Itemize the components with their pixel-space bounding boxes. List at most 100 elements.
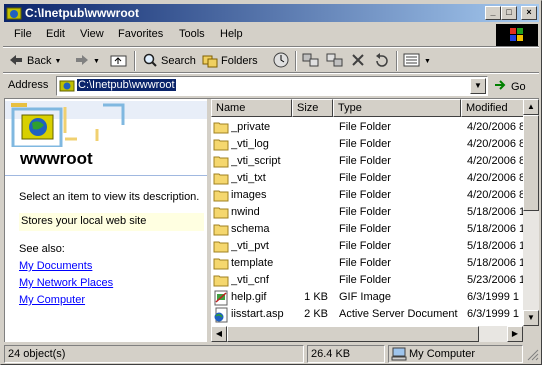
see-also-label: See also: [19, 243, 65, 255]
copy-to-icon [326, 52, 344, 71]
title-underline [5, 175, 207, 176]
file-row[interactable]: images File Folder 4/20/2006 8 [211, 187, 523, 204]
history-icon [272, 51, 290, 72]
file-modified: 5/23/2006 1 [467, 274, 523, 286]
file-type: File Folder [339, 206, 391, 218]
back-dropdown-icon: ▼ [54, 57, 62, 65]
file-modified: 5/18/2006 1 [467, 240, 523, 252]
move-to-button[interactable] [302, 51, 320, 71]
history-button[interactable] [272, 51, 290, 71]
folder-title: wwwroot [20, 149, 93, 168]
file-name: template [231, 257, 274, 269]
select-item-prompt: Select an item to view its description. [19, 191, 200, 203]
folder-window-icon [6, 5, 22, 21]
file-name: _vti_log [231, 138, 269, 150]
delete-button[interactable] [350, 51, 366, 71]
file-type: File Folder [339, 223, 391, 235]
back-button[interactable]: Back ▼ [8, 51, 61, 71]
file-modified: 5/18/2006 1 [467, 223, 523, 235]
views-button[interactable]: ▼ [403, 51, 431, 71]
menu-edit[interactable]: Edit [46, 28, 65, 40]
address-input[interactable]: C:\Inetpub\wwwroot ▼ [56, 76, 488, 96]
undo-button[interactable] [373, 51, 391, 71]
link-my-documents[interactable]: My Documents [19, 260, 92, 272]
address-dropdown-button[interactable]: ▼ [470, 78, 486, 94]
scroll-left-button[interactable]: ◀ [211, 326, 227, 342]
vertical-scrollbar[interactable]: ▲ ▼ [523, 99, 539, 326]
folder-icon [213, 171, 229, 185]
file-row[interactable]: _vti_log File Folder 4/20/2006 8 [211, 136, 523, 153]
folder-icon [213, 273, 229, 287]
column-header-type[interactable]: Type [333, 99, 461, 117]
file-type: GIF Image [339, 291, 391, 303]
minimize-button[interactable]: _ [485, 6, 501, 20]
toolbar-divider [396, 51, 398, 71]
search-button[interactable]: Search [142, 51, 196, 71]
scroll-right-button[interactable]: ▶ [507, 326, 523, 342]
copy-to-button[interactable] [326, 51, 344, 71]
column-header-modified[interactable]: Modified [461, 99, 523, 117]
file-row[interactable]: nwind File Folder 5/18/2006 1 [211, 204, 523, 221]
maximize-button[interactable]: □ [501, 6, 517, 20]
vertical-scroll-thumb[interactable] [523, 115, 539, 211]
file-modified: 6/3/1999 1 [467, 308, 519, 320]
status-object-count: 24 object(s) [4, 345, 304, 363]
forward-button[interactable]: ▼ [74, 51, 100, 71]
file-row[interactable]: iisstart.asp 2 KB Active Server Document 6/… [211, 306, 523, 323]
folder-icon [213, 239, 229, 253]
up-folder-icon [110, 52, 128, 71]
menu-tools[interactable]: Tools [179, 28, 205, 40]
scroll-down-button[interactable]: ▼ [523, 310, 539, 326]
folders-label: Folders [221, 55, 258, 67]
web-view-folder-icon [21, 113, 55, 144]
file-row[interactable]: _vti_cnf File Folder 5/23/2006 1 [211, 272, 523, 289]
toolbar-divider [134, 51, 136, 71]
menu-view[interactable]: View [80, 28, 104, 40]
menu-help[interactable]: Help [220, 28, 243, 40]
web-view-pane: wwwroot Select an item to view its descr… [5, 99, 207, 342]
menu-favorites[interactable]: Favorites [118, 28, 163, 40]
search-icon [142, 52, 158, 71]
file-type: File Folder [339, 240, 391, 252]
horizontal-scrollbar[interactable]: ◀ ▶ [211, 326, 523, 342]
link-my-network-places[interactable]: My Network Places [19, 277, 113, 289]
scroll-up-button[interactable]: ▲ [523, 99, 539, 115]
go-button[interactable]: Go [494, 78, 526, 95]
folder-description: Stores your local web site [19, 213, 204, 231]
move-to-icon [302, 52, 320, 71]
file-modified: 6/3/1999 1 [467, 291, 519, 303]
resize-grip-icon[interactable] [526, 348, 539, 361]
folder-icon [213, 120, 229, 134]
file-modified: 5/18/2006 1 [467, 257, 523, 269]
up-folder-button[interactable] [110, 51, 128, 71]
link-my-computer[interactable]: My Computer [19, 294, 85, 306]
folders-button[interactable]: Folders [202, 51, 258, 71]
file-row[interactable]: schema File Folder 5/18/2006 1 [211, 221, 523, 238]
file-type: File Folder [339, 121, 391, 133]
file-row[interactable]: _vti_script File Folder 4/20/2006 8 [211, 153, 523, 170]
file-size: 1 KB [304, 291, 328, 303]
file-type: File Folder [339, 172, 391, 184]
file-name: _vti_cnf [231, 274, 269, 286]
file-modified: 5/18/2006 1 [467, 206, 523, 218]
file-modified: 4/20/2006 8 [467, 155, 523, 167]
search-label: Search [161, 55, 196, 67]
column-header-name[interactable]: Name [211, 99, 292, 117]
delete-icon [350, 52, 366, 71]
title-bar[interactable]: C:\Inetpub\wwwroot _ □ × [4, 4, 539, 22]
file-row[interactable]: template File Folder 5/18/2006 1 [211, 255, 523, 272]
folder-icon [213, 222, 229, 236]
file-row[interactable]: _private File Folder 4/20/2006 8 [211, 119, 523, 136]
menu-file[interactable]: File [14, 28, 32, 40]
file-name: _vti_pvt [231, 240, 269, 252]
horizontal-scroll-thumb[interactable] [227, 326, 479, 342]
standard-toolbar: Back ▼ ▼ Search Folders ▼ [4, 49, 539, 73]
folder-icon [213, 205, 229, 219]
file-row[interactable]: _vti_pvt File Folder 5/18/2006 1 [211, 238, 523, 255]
column-header-size[interactable]: Size [292, 99, 333, 117]
file-row[interactable]: _vti_txt File Folder 4/20/2006 8 [211, 170, 523, 187]
close-button[interactable]: × [521, 6, 537, 20]
folder-icon [213, 256, 229, 270]
file-name: images [231, 189, 267, 201]
file-row[interactable]: help.gif 1 KB GIF Image 6/3/1999 1 [211, 289, 523, 306]
